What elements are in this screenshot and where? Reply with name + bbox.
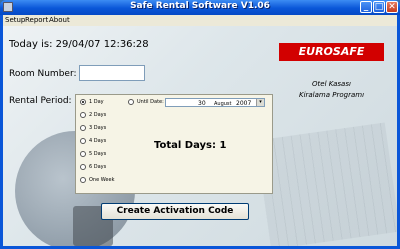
option-label-5-days: 5 Days (89, 151, 107, 157)
until-date-year: 2007 (236, 100, 252, 107)
background-keypad-graphic (255, 122, 397, 246)
brand-subtitle-line1: Otel Kasası (312, 80, 351, 88)
until-date-label: Until Date: (137, 99, 164, 105)
title-bar[interactable]: Safe Rental Software V1.06 _ □ ✕ (0, 0, 400, 15)
option-label-one-week: One Week (89, 177, 115, 183)
radio-3-days[interactable] (80, 125, 86, 131)
radio-5-days[interactable] (80, 151, 86, 157)
minimize-button[interactable]: _ (360, 1, 372, 13)
until-date-month: August (214, 101, 232, 107)
maximize-button[interactable]: □ (373, 1, 385, 13)
until-date-picker[interactable]: 30 August 2007 ▾ (165, 98, 265, 107)
option-label-1-day: 1 Day (89, 99, 104, 105)
window-border-left (0, 15, 3, 249)
option-label-2-days: 2 Days (89, 112, 107, 118)
radio-4-days[interactable] (80, 138, 86, 144)
radio-until-date[interactable] (128, 99, 134, 105)
option-label-4-days: 4 Days (89, 138, 107, 144)
main-panel: Today is: 29/04/07 12:36:28 EUROSAFE Ote… (3, 26, 397, 246)
total-days: Total Days: 1 (154, 140, 227, 151)
until-date-day: 30 (198, 100, 206, 107)
radio-2-days[interactable] (80, 112, 86, 118)
room-number-input[interactable] (79, 65, 145, 81)
brand-subtitle-line2: Kiralama Programı (298, 91, 365, 99)
menu-report[interactable]: Report (25, 16, 48, 24)
radio-one-week[interactable] (80, 177, 86, 183)
rental-period-label: Rental Period: (9, 96, 72, 106)
menu-about[interactable]: About (49, 16, 70, 24)
option-label-3-days: 3 Days (89, 125, 107, 131)
room-number-label: Room Number: (9, 69, 77, 79)
menu-bar: Setup Report About (3, 15, 397, 26)
window-title: Safe Rental Software V1.06 (130, 1, 270, 11)
rental-period-panel: 1 Day 2 Days 3 Days 4 Days 5 Days 6 Days… (75, 94, 273, 194)
brand-subtitle: Otel Kasası Kiralama Programı (279, 79, 384, 101)
menu-setup[interactable]: Setup (5, 16, 25, 24)
radio-6-days[interactable] (80, 164, 86, 170)
app-window: Safe Rental Software V1.06 _ □ ✕ Setup R… (0, 0, 400, 249)
create-activation-code-button[interactable]: Create Activation Code (101, 203, 249, 220)
chevron-down-icon[interactable]: ▾ (256, 99, 264, 106)
brand-logo: EUROSAFE (279, 43, 384, 61)
current-datetime: Today is: 29/04/07 12:36:28 (9, 39, 149, 50)
close-button[interactable]: ✕ (386, 1, 398, 13)
option-label-6-days: 6 Days (89, 164, 107, 170)
radio-1-day[interactable] (80, 99, 86, 105)
